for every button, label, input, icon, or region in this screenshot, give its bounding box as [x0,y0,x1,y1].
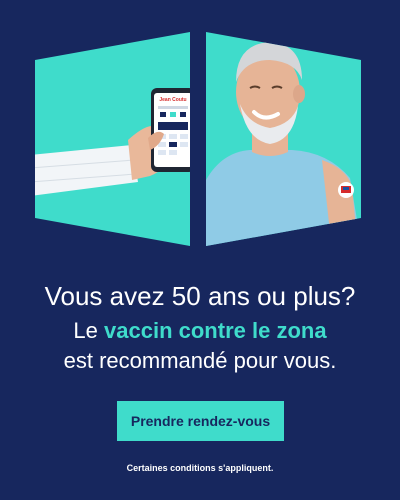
subline: Le vaccin contre le zona est recommandé … [0,316,400,376]
book-appointment-button[interactable]: Prendre rendez-vous [117,401,284,441]
right-photo-panel [206,32,361,246]
vaccine-ad-banner: Jean Coutu Vous avez 50 ans ou plus? Le … [0,0,400,500]
subline-suffix: est recommandé pour vous. [63,348,337,373]
hero-illustration: Jean Coutu [35,32,361,246]
subline-highlight: vaccin contre le zona [104,318,327,343]
headline: Vous avez 50 ans ou plus? [44,281,356,311]
disclaimer: Certaines conditions s'appliquent. [126,463,274,473]
smartphone: Jean Coutu [151,88,190,172]
bandage-icon [338,182,354,198]
left-photo-panel: Jean Coutu [35,32,190,246]
subline-prefix: Le [73,318,98,343]
phone-app-brand: Jean Coutu [159,97,186,103]
